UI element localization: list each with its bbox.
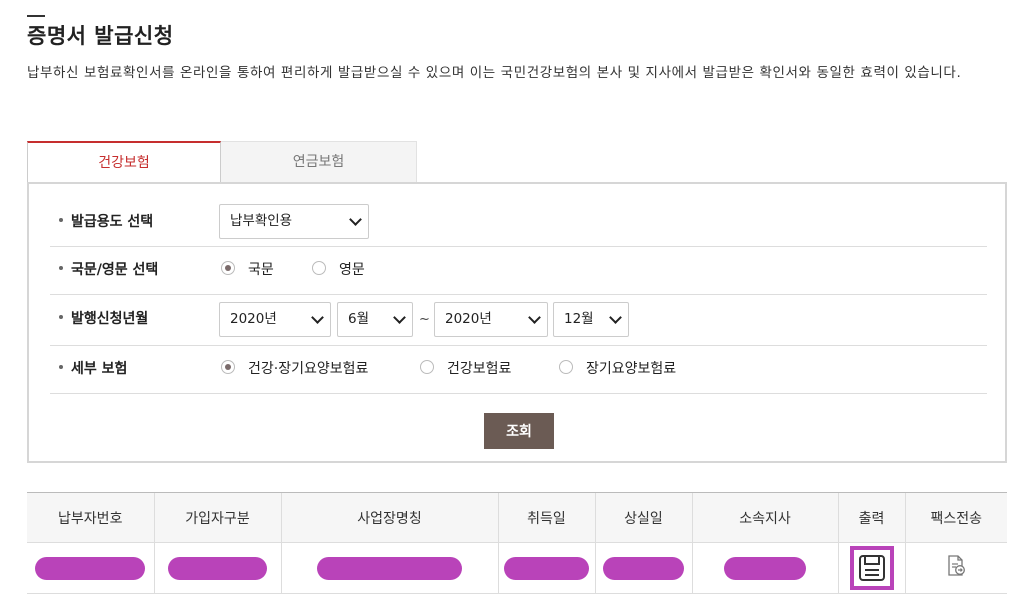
redaction-mark: [504, 556, 589, 580]
col-header-acquired-date: 취득일: [497, 492, 595, 543]
cell-payer-number: [27, 542, 154, 594]
radio-english[interactable]: 영문: [312, 246, 365, 294]
purpose-select[interactable]: 납부확인용: [219, 204, 369, 239]
radio-health-only[interactable]: 건강보험료: [420, 345, 511, 393]
fax-document-icon: [948, 555, 966, 576]
from-month-select[interactable]: 6월: [337, 302, 413, 337]
chevron-down-icon: [349, 213, 362, 226]
radio-unchecked-icon: [420, 360, 434, 374]
bullet-icon: [59, 365, 63, 369]
language-row: 국문/영문 선택 국문 영문: [50, 246, 987, 295]
redaction-mark: [724, 556, 806, 580]
chevron-down-icon: [609, 311, 622, 324]
cell-acquired-date: [497, 542, 595, 594]
period-separator: ~: [419, 312, 430, 327]
cell-workplace-name: [280, 542, 498, 594]
col-header-branch: 소속지사: [691, 492, 838, 543]
chevron-down-icon: [311, 311, 324, 324]
period-row: 발행신청년월 2020년 6월 ~ 2020년 12월: [50, 294, 987, 346]
col-header-fax: 팩스전송: [904, 492, 1007, 543]
from-year-select[interactable]: 2020년: [219, 302, 331, 337]
purpose-row: 발급용도 선택 납부확인용: [50, 198, 987, 247]
purpose-label: 발급용도 선택: [59, 198, 153, 246]
radio-unchecked-icon: [312, 261, 326, 275]
col-header-subscriber-type: 가입자구분: [153, 492, 281, 543]
cell-fax: [904, 542, 1007, 594]
redaction-mark: [35, 556, 146, 580]
to-year-select[interactable]: 2020년: [434, 302, 548, 337]
query-button[interactable]: 조회: [484, 413, 554, 449]
radio-health-longterm[interactable]: 건강·장기요양보험료: [221, 345, 368, 393]
certificate-table: 납부자번호 가입자구분 사업장명칭 취득일 상실일 소속지사 출력 팩스전송: [27, 492, 1007, 594]
redaction-mark: [603, 556, 684, 580]
redaction-mark: [168, 556, 267, 580]
bullet-icon: [59, 218, 63, 222]
title-accent-rule: [27, 15, 45, 17]
table-row: [27, 542, 1007, 594]
table-header-row: 납부자번호 가입자구분 사업장명칭 취득일 상실일 소속지사 출력 팩스전송: [27, 492, 1007, 543]
col-header-workplace-name: 사업장명칭: [280, 492, 498, 543]
period-label: 발행신청년월: [59, 294, 148, 345]
chevron-down-icon: [528, 311, 541, 324]
redaction-mark: [317, 556, 462, 580]
bullet-icon: [59, 315, 63, 319]
radio-checked-icon: [221, 261, 235, 275]
detail-insurance-row: 세부 보험 건강·장기요양보험료 건강보험료 장기요양보험료: [50, 345, 987, 394]
col-header-print: 출력: [837, 492, 905, 543]
radio-korean[interactable]: 국문: [221, 246, 274, 294]
search-form: 발급용도 선택 납부확인용 국문/영문 선택 국문 영문 발행신청년월 2020…: [27, 182, 1007, 463]
chevron-down-icon: [393, 311, 406, 324]
print-button[interactable]: [849, 546, 894, 590]
cell-branch: [691, 542, 838, 594]
bullet-icon: [59, 266, 63, 270]
cell-lost-date: [594, 542, 692, 594]
col-header-lost-date: 상실일: [594, 492, 692, 543]
language-label: 국문/영문 선택: [59, 246, 158, 294]
radio-checked-icon: [221, 360, 235, 374]
cell-subscriber-type: [153, 542, 281, 594]
radio-longterm-only[interactable]: 장기요양보험료: [559, 345, 676, 393]
radio-unchecked-icon: [559, 360, 573, 374]
to-month-select[interactable]: 12월: [553, 302, 629, 337]
detail-insurance-label: 세부 보험: [59, 345, 127, 393]
fax-send-button[interactable]: [944, 554, 968, 582]
print-icon: [853, 550, 890, 586]
page-title: 증명서 발급신청: [27, 24, 174, 48]
col-header-payer-number: 납부자번호: [27, 492, 154, 543]
tab-pension-insurance[interactable]: 연금보험: [221, 141, 417, 182]
intro-text: 납부하신 보험료확인서를 온라인을 통하여 편리하게 발급받으실 수 있으며 이…: [27, 65, 962, 81]
cell-print: [837, 542, 905, 594]
tab-health-insurance[interactable]: 건강보험: [27, 141, 221, 184]
